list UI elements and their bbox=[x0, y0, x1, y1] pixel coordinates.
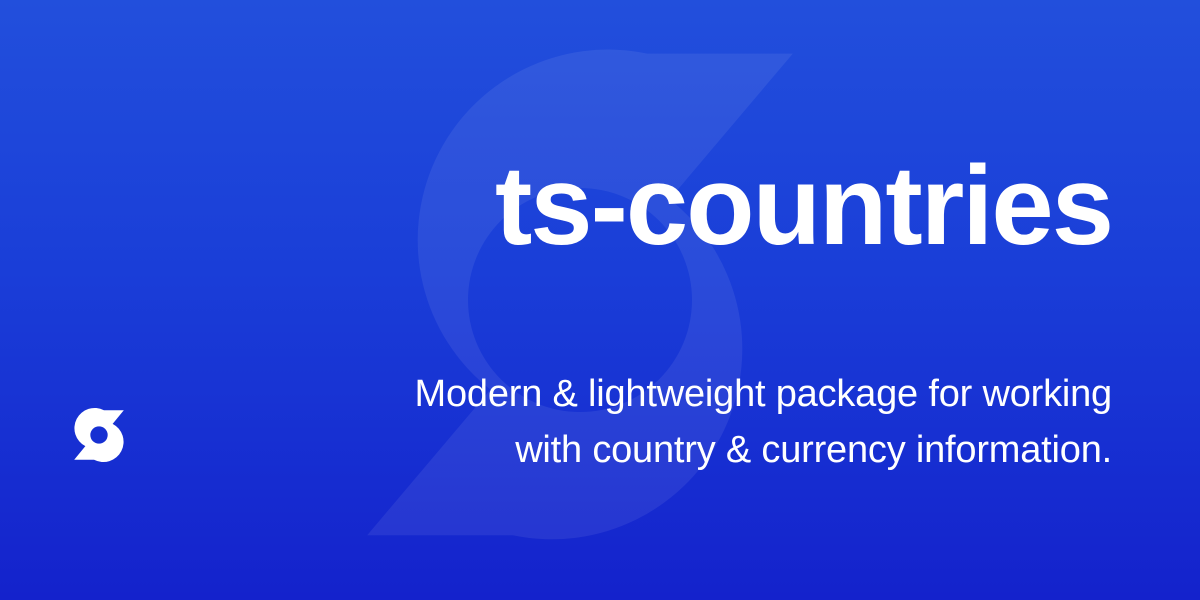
social-banner: ts-countries Modern & lightweight packag… bbox=[0, 0, 1200, 600]
logo-icon bbox=[74, 407, 124, 463]
tagline-line-1: Modern & lightweight package for working bbox=[414, 373, 1113, 415]
tagline: Modern & lightweight package for working… bbox=[212, 366, 1113, 478]
tagline-line-2: with country & currency information. bbox=[515, 429, 1112, 471]
page-title: ts-countries bbox=[495, 143, 1114, 268]
logo-watermark-icon bbox=[367, 49, 793, 540]
